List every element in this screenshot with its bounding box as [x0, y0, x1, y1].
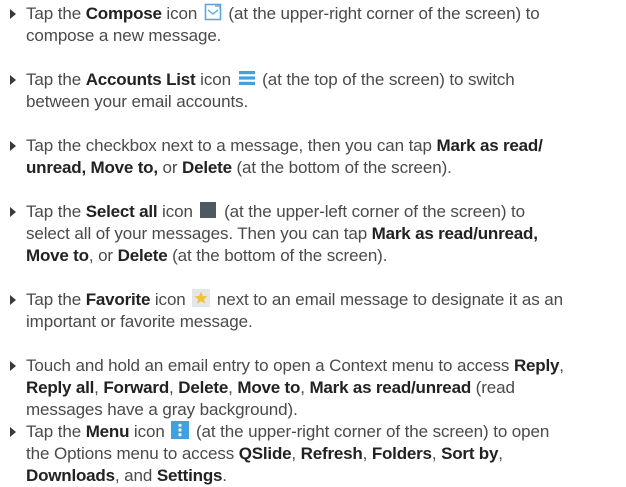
ui-term: Refresh [300, 444, 363, 463]
ui-term: Delete [178, 378, 229, 397]
bullet-text: Tap the checkbox next to a message, then… [26, 135, 622, 179]
text-run: icon [161, 4, 202, 23]
ui-term: Sort by [441, 444, 499, 463]
text-run: , [291, 444, 301, 463]
bullet-text: Tap the Accounts List icon (at the top o… [26, 69, 622, 113]
bullet-text: Tap the Menu icon (at the upper-right co… [26, 421, 622, 487]
text-run: Tap the [26, 70, 86, 89]
text-run: the Options menu to access [26, 444, 239, 463]
text-line: Move to, or Delete (at the bottom of the… [26, 245, 622, 267]
ui-term: Mark as read/ [436, 136, 543, 155]
text-run: icon [150, 290, 191, 309]
ui-term: Compose [85, 4, 162, 23]
bullet-triangle-icon [10, 75, 16, 85]
text-line: Tap the Select all icon (at the upper-le… [26, 201, 622, 223]
text-line: Tap the Favorite icon next to an email m… [26, 289, 622, 311]
text-run: (at the top of the screen) to switch [257, 70, 515, 89]
ui-term: QSlide [238, 444, 292, 463]
text-run: , [431, 444, 442, 463]
text-line: Tap the Menu icon (at the upper-right co… [26, 421, 622, 443]
text-run: (at the upper-left corner of the screen)… [219, 202, 526, 221]
ui-term: Reply all [26, 378, 95, 397]
bullet-triangle-icon [10, 207, 16, 217]
compose-icon [204, 3, 222, 21]
text-run: Touch and hold an email entry to open a … [26, 356, 514, 375]
text-run: , and [114, 466, 157, 485]
bullet-text: Tap the Favorite icon next to an email m… [26, 289, 622, 333]
text-run: (at the bottom of the screen). [231, 158, 452, 177]
favorite-star-icon [192, 289, 211, 307]
text-run: (at the upper-right corner of the screen… [191, 422, 550, 441]
text-line: important or favorite message. [26, 311, 622, 333]
text-run: . [222, 466, 227, 485]
text-line: Tap the checkbox next to a message, then… [26, 135, 622, 157]
text-run: , or [88, 246, 118, 265]
text-run: (read [471, 378, 515, 397]
ui-term: unread, Move to, [26, 158, 158, 177]
bullet-text: Tap the Compose icon (at the upper-right… [26, 3, 622, 47]
text-line: the Options menu to access QSlide, Refre… [26, 443, 622, 465]
ui-term: Mark as read/unread, [371, 224, 538, 243]
text-run: Tap the [26, 202, 86, 221]
text-run: (at the upper-right corner of the screen… [223, 4, 540, 23]
text-run: icon [157, 202, 198, 221]
bullet-triangle-icon [10, 141, 16, 151]
bullet-triangle-icon [10, 427, 16, 437]
accounts-list-icon [238, 69, 256, 87]
text-run: Tap the [26, 4, 86, 23]
text-line: Reply all, Forward, Delete, Move to, Mar… [26, 377, 622, 399]
text-line: messages have a gray background). [26, 399, 622, 421]
text-run: compose a new message. [26, 26, 222, 45]
text-line: compose a new message. [26, 25, 622, 47]
text-line: between your email accounts. [26, 91, 622, 113]
text-run: important or favorite message. [26, 312, 253, 331]
ui-term: Favorite [85, 290, 151, 309]
ui-term: Move to [26, 246, 89, 265]
text-run: , [498, 444, 503, 463]
text-run: select all of your messages. Then you ca… [26, 224, 372, 243]
ui-term: Folders [371, 444, 432, 463]
text-run: next to an email message to designate it… [212, 290, 563, 309]
bullet-triangle-icon [10, 295, 16, 305]
text-line: Downloads, and Settings. [26, 465, 622, 487]
text-run: or [157, 158, 183, 177]
menu-icon [171, 421, 190, 439]
ui-term: Delete [117, 246, 168, 265]
ui-term: Menu [85, 422, 130, 441]
text-line: Touch and hold an email entry to open a … [26, 355, 622, 377]
text-line: Tap the Accounts List icon (at the top o… [26, 69, 622, 91]
bullet-triangle-icon [10, 361, 16, 371]
text-run: messages have a gray background). [26, 400, 298, 419]
bullet-triangle-icon [10, 9, 16, 19]
text-run: Tap the [26, 290, 86, 309]
text-line: select all of your messages. Then you ca… [26, 223, 622, 245]
ui-term: Delete [182, 158, 232, 177]
text-run: icon [195, 70, 236, 89]
ui-term: Forward [103, 378, 170, 397]
bullet-text: Tap the Select all icon (at the upper-le… [26, 201, 622, 267]
bullet-text: Touch and hold an email entry to open a … [26, 355, 622, 421]
text-run: , [169, 378, 179, 397]
text-line: Tap the Compose icon (at the upper-right… [26, 3, 622, 25]
ui-term: Downloads [26, 466, 115, 485]
text-run: (at the bottom of the screen). [167, 246, 388, 265]
text-run: between your email accounts. [26, 92, 249, 111]
ui-term: Settings [156, 466, 223, 485]
ui-term: Mark as read/unread [309, 378, 472, 397]
text-run: , [362, 444, 372, 463]
instruction-list: Tap the Compose icon (at the upper-right… [0, 0, 626, 485]
text-run: , [94, 378, 104, 397]
ui-term: Select all [85, 202, 158, 221]
ui-term: Move to [237, 378, 301, 397]
text-run: , [559, 356, 564, 375]
text-run: Tap the [26, 422, 86, 441]
ui-term: Reply [513, 356, 560, 375]
text-line: unread, Move to, or Delete (at the botto… [26, 157, 622, 179]
select-all-icon [199, 201, 217, 219]
text-run: icon [129, 422, 170, 441]
ui-term: Accounts List [85, 70, 196, 89]
text-run: Tap the checkbox next to a message, then… [26, 136, 437, 155]
text-run: , [228, 378, 238, 397]
